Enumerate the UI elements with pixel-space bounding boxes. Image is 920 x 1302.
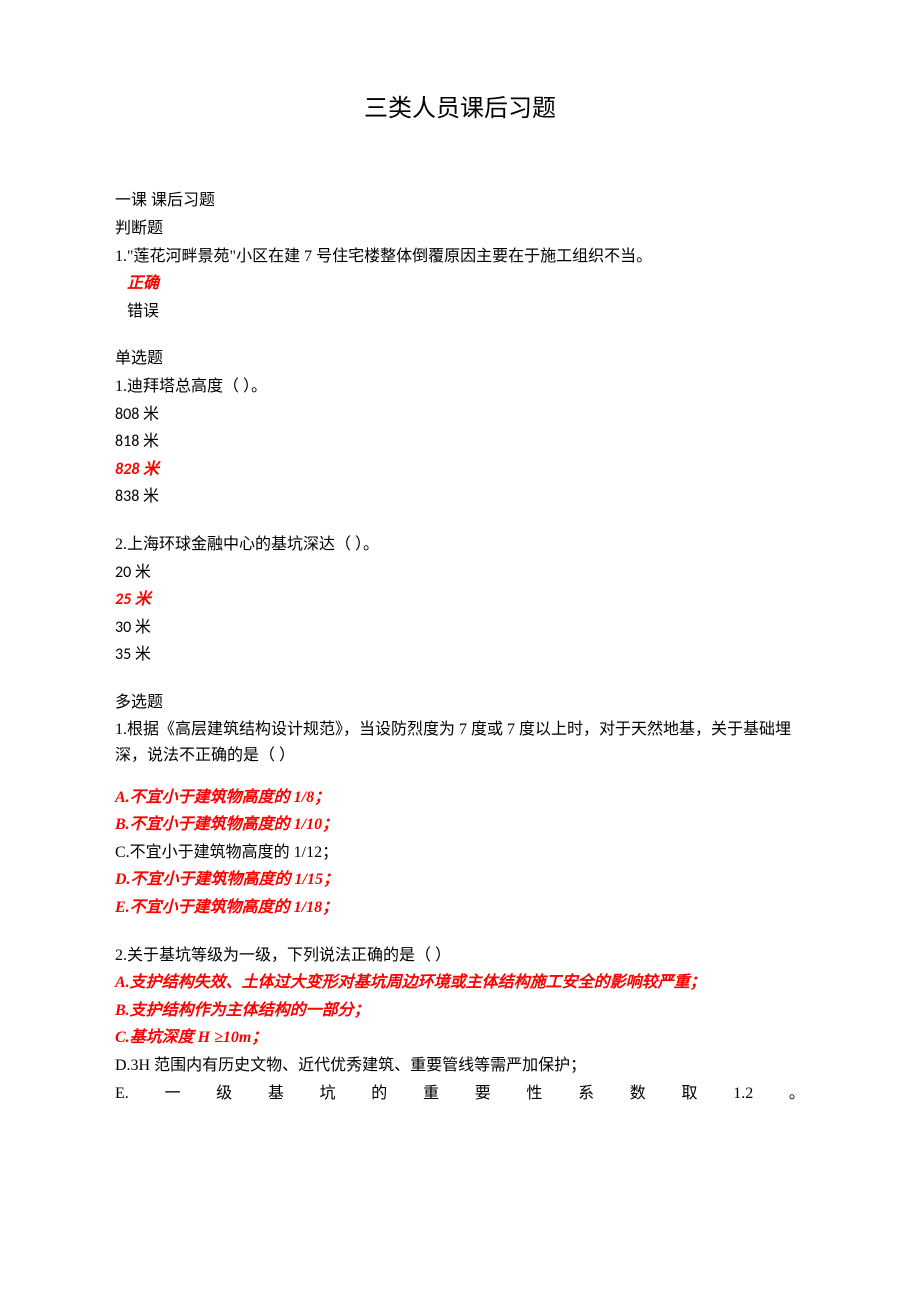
tf-section-label: 判断题 bbox=[115, 216, 805, 242]
multi-q1-a: A.不宜小于建筑物高度的 1/8； bbox=[115, 785, 805, 811]
lesson-header: 一课 课后习题 bbox=[115, 188, 805, 214]
multi-section-label: 多选题 bbox=[115, 690, 805, 716]
single-q1-b: 818 米 bbox=[115, 429, 805, 455]
tf-q1-correct: 正确 bbox=[115, 271, 805, 297]
single-q1-a: 808 米 bbox=[115, 402, 805, 428]
multi-q1-text: 1.根据《高层建筑结构设计规范》，当设防烈度为 7 度或 7 度以上时，对于天然… bbox=[115, 717, 805, 768]
single-q2-c: 30 米 bbox=[115, 615, 805, 641]
multi-q2-c: C.基坑深度 H ≥10m； bbox=[115, 1025, 805, 1051]
multi-q2-a: A.支护结构失效、土体过大变形对基坑周边环境或主体结构施工安全的影响较严重； bbox=[115, 970, 805, 996]
single-q2-b: 25 米 bbox=[115, 587, 805, 613]
single-q1-text: 1.迪拜塔总高度（ ）。 bbox=[115, 374, 805, 400]
single-section-label: 单选题 bbox=[115, 346, 805, 372]
multi-q2-e: E.一级基坑的重要性系数取1.2。 bbox=[115, 1081, 805, 1107]
multi-q2-b: B.支护结构作为主体结构的一部分； bbox=[115, 998, 805, 1024]
single-q1-c: 828 米 bbox=[115, 457, 805, 483]
single-q2-a: 20 米 bbox=[115, 560, 805, 586]
multi-q1-d: D.不宜小于建筑物高度的 1/15； bbox=[115, 867, 805, 893]
multi-q1-c: C.不宜小于建筑物高度的 1/12； bbox=[115, 840, 805, 866]
single-q2-d: 35 米 bbox=[115, 642, 805, 668]
multi-q2-text: 2.关于基坑等级为一级，下列说法正确的是（ ） bbox=[115, 943, 805, 969]
tf-q1-text: 1."莲花河畔景苑"小区在建 7 号住宅楼整体倒覆原因主要在于施工组织不当。 bbox=[115, 244, 805, 270]
tf-q1-wrong: 错误 bbox=[115, 299, 805, 325]
multi-q2-d: D.3H 范围内有历史文物、近代优秀建筑、重要管线等需严加保护； bbox=[115, 1053, 805, 1079]
multi-q1-e: E.不宜小于建筑物高度的 1/18； bbox=[115, 895, 805, 921]
single-q1-d: 838 米 bbox=[115, 484, 805, 510]
multi-q1-b: B.不宜小于建筑物高度的 1/10； bbox=[115, 812, 805, 838]
single-q2-text: 2.上海环球金融中心的基坑深达（ ）。 bbox=[115, 532, 805, 558]
page-title: 三类人员课后习题 bbox=[115, 90, 805, 128]
